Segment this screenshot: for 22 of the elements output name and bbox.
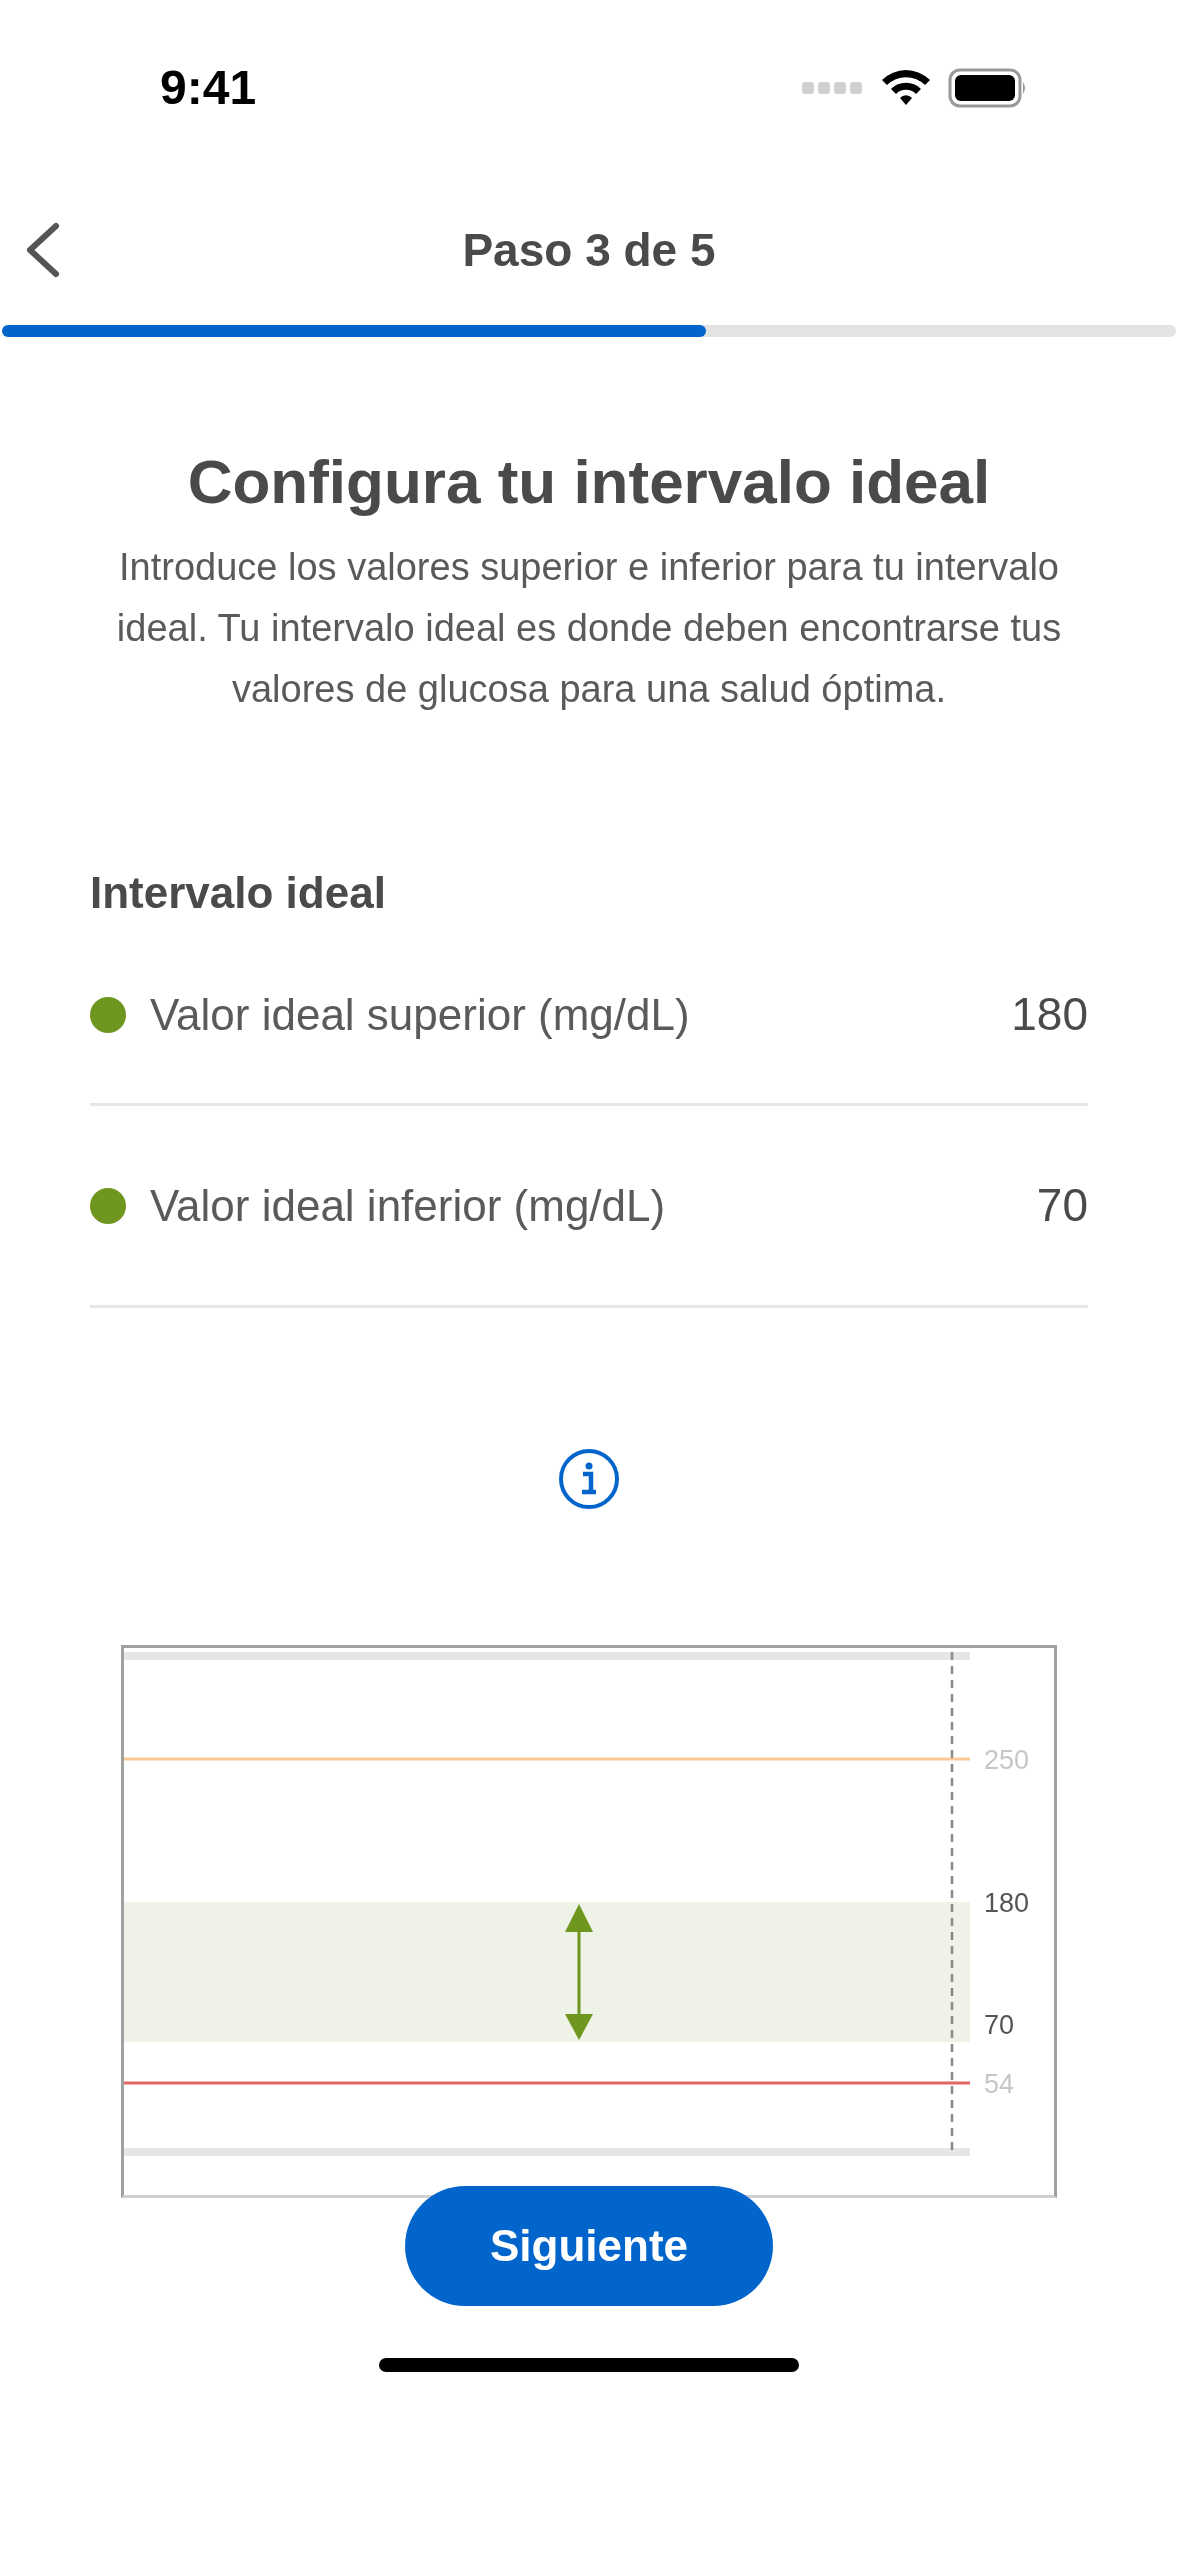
- range-arrow-icon: [565, 1904, 593, 2041]
- next-button[interactable]: Siguiente: [405, 2186, 773, 2307]
- status-dot: [90, 1187, 126, 1224]
- step-title: Paso 3 de 5: [462, 222, 716, 278]
- status-time: 9:41: [160, 59, 257, 116]
- field-value: 70: [1036, 1178, 1088, 1234]
- range-value-row[interactable]: Valor ideal inferior (mg/dL) 70: [90, 1106, 1088, 1309]
- signal-icon: [802, 79, 864, 96]
- scale-label: 54: [984, 2069, 1015, 2100]
- info-icon[interactable]: [558, 1448, 620, 1511]
- field-value: 180: [1011, 987, 1088, 1043]
- field-label: Valor ideal inferior (mg/dL): [150, 1179, 666, 1232]
- scale-label: 180: [984, 1888, 1030, 1919]
- page-heading: Configura tu intervalo ideal: [187, 446, 991, 518]
- range-value-row[interactable]: Valor ideal superior (mg/dL) 180: [90, 926, 1088, 1107]
- scale-label: 70: [984, 2010, 1015, 2041]
- field-label: Valor ideal superior (mg/dL): [150, 988, 690, 1041]
- description-text: Introduce los valores superior e inferior para tu intervalo ideal. Tu intervalo ideal es donde deben encontrarse tus valores de glucosa para una salud óptima.: [115, 545, 1063, 713]
- scale-label: 250: [984, 1745, 1030, 1776]
- section-title: Intervalo ideal: [89, 867, 387, 920]
- status-dot: [90, 996, 126, 1033]
- battery-icon: [948, 67, 1028, 108]
